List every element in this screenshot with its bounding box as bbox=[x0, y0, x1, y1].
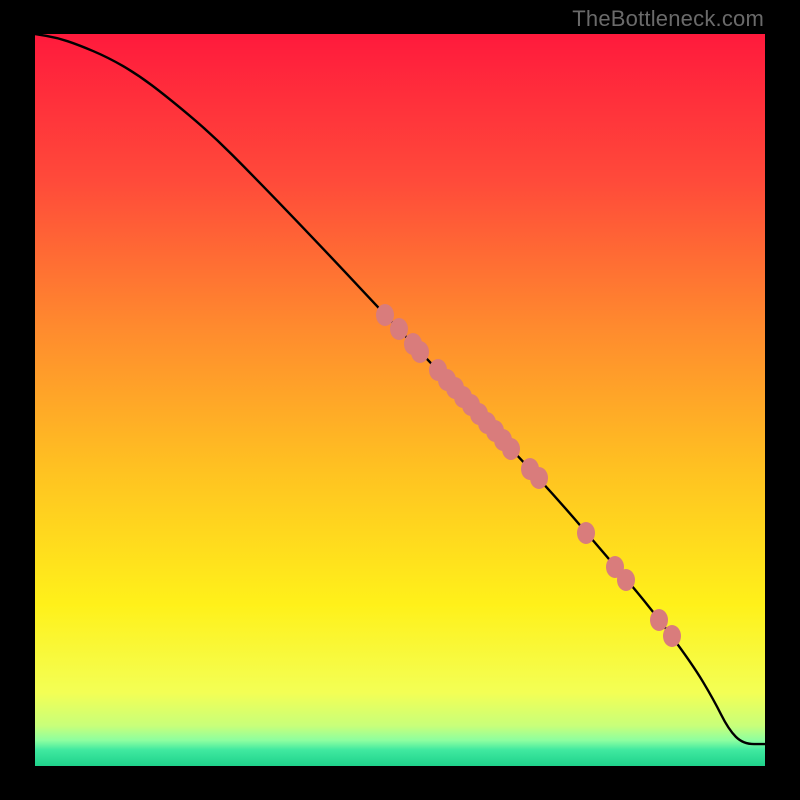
plot-area bbox=[35, 34, 765, 766]
watermark-text: TheBottleneck.com bbox=[572, 6, 764, 32]
chart-stage: TheBottleneck.com bbox=[0, 0, 800, 800]
data-point bbox=[502, 438, 520, 460]
main-curve bbox=[35, 34, 765, 744]
curve-layer bbox=[35, 34, 765, 766]
data-point bbox=[530, 467, 548, 489]
